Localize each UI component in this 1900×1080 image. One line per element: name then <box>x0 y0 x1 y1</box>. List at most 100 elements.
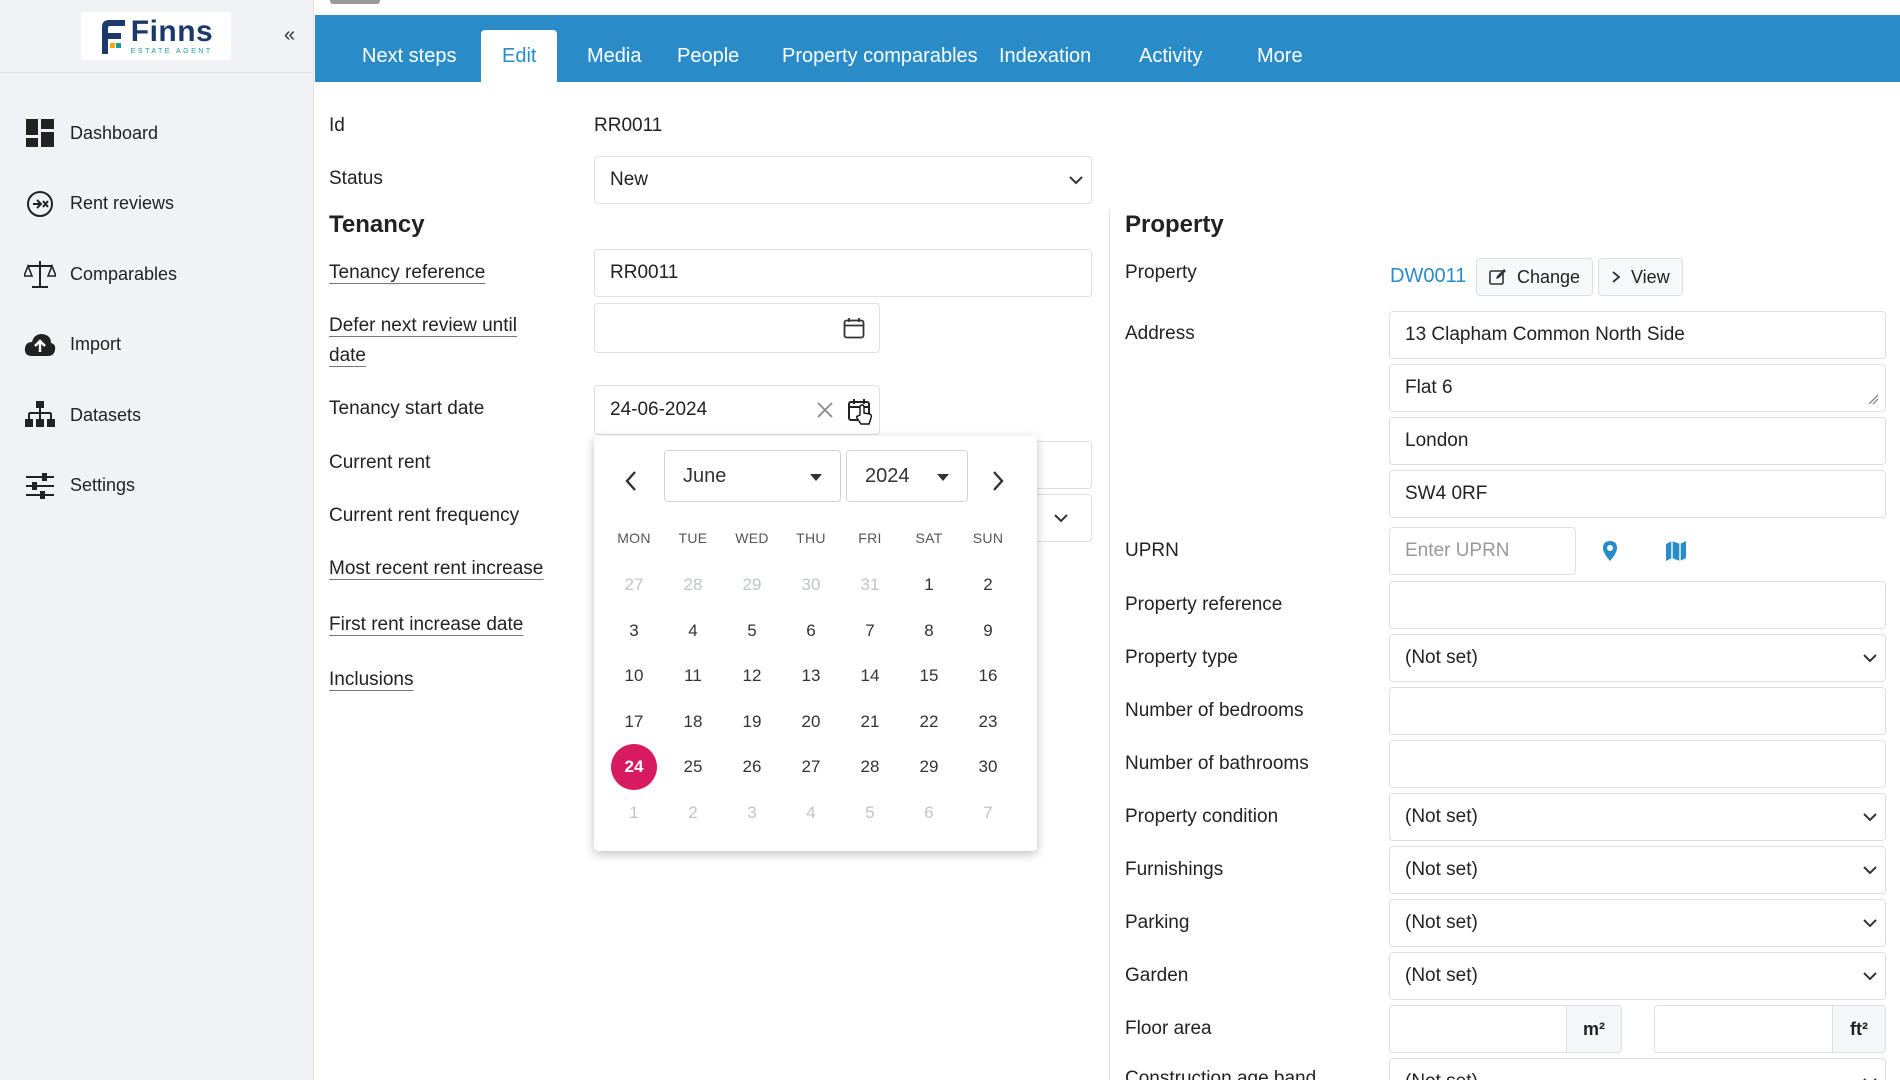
tenancy-start-date-input[interactable]: 24-06-2024 <box>594 385 880 435</box>
tab-next-steps[interactable]: Next steps <box>341 30 477 82</box>
scroll-handle[interactable] <box>330 0 380 4</box>
previous-month-button[interactable] <box>611 456 651 506</box>
rent-frequency-select[interactable] <box>1030 494 1092 542</box>
tab-bar: Next steps Edit Media People Property co… <box>315 15 1900 82</box>
furnishings-value: (Not set) <box>1405 859 1478 880</box>
tenancy-reference-label[interactable]: Tenancy reference <box>329 262 485 284</box>
calendar-day[interactable]: 8 <box>906 608 952 654</box>
map-icon[interactable] <box>1665 540 1687 567</box>
address-line-1-input[interactable]: 13 Clapham Common North Side <box>1389 311 1886 359</box>
calendar-day[interactable]: 27 <box>788 744 834 790</box>
calendar-icon[interactable] <box>839 398 879 425</box>
furnishings-select[interactable]: (Not set) <box>1389 846 1886 894</box>
sidebar: Finns ESTATE AGENT « Dashboard Rent revi… <box>0 0 314 1080</box>
property-condition-select[interactable]: (Not set) <box>1389 793 1886 841</box>
address-line-2-input[interactable]: Flat 6 <box>1389 364 1886 412</box>
sidebar-item-dashboard[interactable]: Dashboard <box>0 98 314 169</box>
calendar-day[interactable]: 9 <box>965 608 1011 654</box>
calendar-day[interactable]: 2 <box>965 562 1011 608</box>
calendar-day[interactable]: 12 <box>729 653 775 699</box>
defer-review-label-line1[interactable]: Defer next review until <box>329 315 517 337</box>
defer-review-label-line2[interactable]: date <box>329 345 366 367</box>
calendar-day[interactable]: 6 <box>788 608 834 654</box>
calendar-day: 30 <box>801 575 821 594</box>
floor-area-ft2-input[interactable] <box>1654 1005 1833 1053</box>
calendar-day[interactable]: 10 <box>611 653 657 699</box>
garden-select[interactable]: (Not set) <box>1389 952 1886 1000</box>
tab-more[interactable]: More <box>1236 30 1324 82</box>
number-of-bedrooms-input[interactable] <box>1389 687 1886 735</box>
sidebar-nav: Dashboard Rent reviews Comparables Impor… <box>0 98 314 521</box>
calendar-day[interactable]: 5 <box>729 608 775 654</box>
tab-indexation[interactable]: Indexation <box>978 30 1112 82</box>
calendar-day[interactable]: 13 <box>788 653 834 699</box>
next-month-button[interactable] <box>978 456 1018 506</box>
calendar-icon[interactable] <box>829 317 879 339</box>
calendar-day[interactable]: 18 <box>670 699 716 745</box>
calendar-day[interactable]: 14 <box>847 653 893 699</box>
tenancy-start-date-label: Tenancy start date <box>329 398 485 419</box>
property-type-select[interactable]: (Not set) <box>1389 634 1886 682</box>
change-property-button[interactable]: Change <box>1476 258 1594 296</box>
property-reference-link[interactable]: DW0011 <box>1390 265 1466 288</box>
year-select[interactable]: 2024 <box>846 450 968 502</box>
address-line-3-input[interactable]: London <box>1389 417 1886 465</box>
collapse-sidebar-button[interactable]: « <box>284 24 295 47</box>
current-rent-input[interactable] <box>1030 441 1092 489</box>
calendar-day[interactable]: 1 <box>906 562 952 608</box>
calendar-day[interactable]: 22 <box>906 699 952 745</box>
property-reference-input[interactable] <box>1389 581 1886 629</box>
logo[interactable]: Finns ESTATE AGENT <box>81 12 231 60</box>
calendar-day[interactable]: 21 <box>847 699 893 745</box>
calendar-day[interactable]: 7 <box>847 608 893 654</box>
calendar-day[interactable]: 26 <box>729 744 775 790</box>
construction-age-band-value: (Not set) <box>1405 1071 1855 1080</box>
status-select[interactable]: New <box>594 156 1092 204</box>
address-line-4-input[interactable]: SW4 0RF <box>1389 470 1886 518</box>
month-select[interactable]: June <box>664 450 841 502</box>
calendar-day[interactable]: 25 <box>670 744 716 790</box>
tab-edit[interactable]: Edit <box>481 30 558 82</box>
calendar-day[interactable]: 30 <box>965 744 1011 790</box>
calendar-day[interactable]: 16 <box>965 653 1011 699</box>
construction-age-band-select[interactable]: (Not set) <box>1389 1058 1886 1080</box>
floor-area-m2-input[interactable] <box>1389 1005 1567 1053</box>
inclusions-label[interactable]: Inclusions <box>329 669 414 691</box>
calendar-day[interactable]: 28 <box>847 744 893 790</box>
clear-icon[interactable] <box>811 401 839 419</box>
most-recent-rent-increase-label[interactable]: Most recent rent increase <box>329 558 543 580</box>
tab-people[interactable]: People <box>656 30 760 82</box>
tenancy-reference-input[interactable]: RR0011 <box>594 249 1092 297</box>
calendar-day[interactable]: 15 <box>906 653 952 699</box>
uprn-input[interactable]: Enter UPRN <box>1389 527 1576 575</box>
calendar-day[interactable]: 11 <box>670 653 716 699</box>
number-of-bathrooms-input[interactable] <box>1389 740 1886 788</box>
sidebar-item-comparables[interactable]: Comparables <box>0 239 314 310</box>
calendar-day[interactable]: 17 <box>611 699 657 745</box>
calendar-day[interactable]: 19 <box>729 699 775 745</box>
sidebar-item-datasets[interactable]: Datasets <box>0 380 314 451</box>
calendar-day[interactable]: 3 <box>611 608 657 654</box>
tab-activity[interactable]: Activity <box>1118 30 1223 82</box>
defer-review-date-input[interactable] <box>594 303 880 353</box>
tab-media[interactable]: Media <box>566 30 662 82</box>
calendar-day[interactable]: 20 <box>788 699 834 745</box>
property-type-label: Property type <box>1125 647 1238 668</box>
divider <box>0 72 314 73</box>
calendar-day[interactable]: 29 <box>906 744 952 790</box>
sidebar-item-import[interactable]: Import <box>0 310 314 381</box>
resize-handle-icon[interactable] <box>1867 393 1879 405</box>
view-property-button[interactable]: View <box>1598 258 1683 296</box>
calendar-day[interactable]: 23 <box>965 699 1011 745</box>
weekday-header: WED <box>735 530 769 546</box>
property-type-value: (Not set) <box>1405 647 1478 668</box>
tab-property-comparables[interactable]: Property comparables <box>761 30 999 82</box>
selected-day[interactable]: 24 <box>611 744 657 790</box>
map-pin-icon[interactable] <box>1602 540 1618 567</box>
first-rent-increase-date-label[interactable]: First rent increase date <box>329 614 523 636</box>
sidebar-item-settings[interactable]: Settings <box>0 451 314 522</box>
parking-select[interactable]: (Not set) <box>1389 899 1886 947</box>
calendar-day: 3 <box>747 802 757 822</box>
calendar-day[interactable]: 4 <box>670 608 716 654</box>
sidebar-item-rent-reviews[interactable]: Rent reviews <box>0 169 314 240</box>
